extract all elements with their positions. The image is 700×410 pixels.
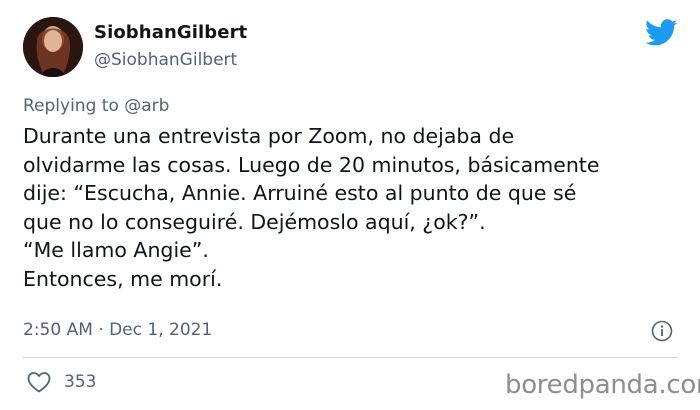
like-count: 353 xyxy=(64,372,97,392)
display-name[interactable]: SiobhanGilbert xyxy=(94,22,247,43)
tweet-text-line: “Me llamo Angie”. xyxy=(23,238,209,262)
replying-to: Replying to @arb xyxy=(23,96,169,116)
info-icon[interactable] xyxy=(651,320,673,342)
tweet-text-line: olvidarme las cosas. Luego de 20 minutos… xyxy=(23,152,600,177)
divider xyxy=(23,357,678,358)
twitter-bird-icon[interactable] xyxy=(645,19,678,47)
watermark: boredpanda.com xyxy=(505,370,700,400)
avatar[interactable] xyxy=(23,17,83,77)
user-handle[interactable]: @SiobhanGilbert xyxy=(94,50,237,70)
tweet-card: SiobhanGilbert @SiobhanGilbert Replying … xyxy=(0,0,700,410)
replying-to-prefix: Replying to xyxy=(23,96,125,116)
tweet-text-line: dije: “Escucha, Annie. Arruiné esto al p… xyxy=(23,181,577,205)
tweet-text-line: Durante una entrevista por Zoom, no deja… xyxy=(23,124,515,148)
tweet-text-line: que no lo conseguiré. Dejémoslo aquí, ¿o… xyxy=(23,209,486,234)
heart-icon[interactable] xyxy=(27,371,51,393)
reply-mention-link[interactable]: @arb xyxy=(124,96,169,116)
tweet-text-line: Entonces, me morí. xyxy=(23,266,223,291)
tweet-timestamp[interactable]: 2:50 AM · Dec 1, 2021 xyxy=(23,320,212,340)
tweet-text: Durante una entrevista por Zoom, no deja… xyxy=(23,122,683,293)
